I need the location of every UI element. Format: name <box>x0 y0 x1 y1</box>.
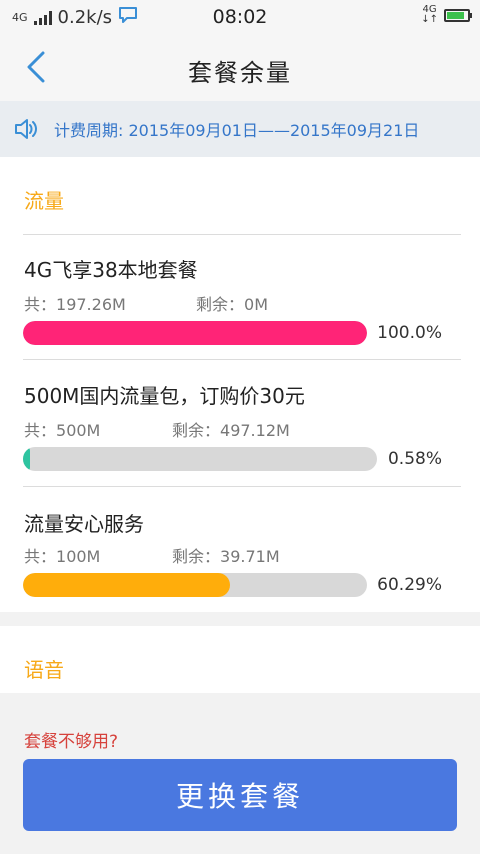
total-value: 100M <box>56 547 101 566</box>
speaker-icon <box>15 119 37 139</box>
divider <box>23 359 461 360</box>
total-label: 共： <box>24 421 57 440</box>
clock: 08:02 <box>212 6 268 28</box>
page-title: 套餐余量 <box>188 59 292 87</box>
billing-period-bar: 计费周期: 2015年09月01日——2015年09月21日 <box>0 101 480 157</box>
plan-insufficient-tip: 套餐不够用? <box>24 732 119 752</box>
data-arrows: ↓↑ <box>421 14 438 25</box>
remain-label: 剩余： <box>172 421 221 440</box>
usage-progress-fill <box>23 573 231 597</box>
usage-percent: 60.29% <box>377 575 442 595</box>
status-bar: 4G 0.2k/s 08:02 4G ↓↑ <box>0 0 480 33</box>
remaining: 剩余：0M <box>196 291 268 315</box>
remain-value: 497.12M <box>220 421 290 440</box>
usage-progress-fill <box>23 447 31 471</box>
data-activity-icon: 4G ↓↑ <box>421 5 438 25</box>
status-right: 4G ↓↑ <box>421 5 472 25</box>
total-value: 500M <box>56 421 101 440</box>
usage-progress-bar <box>23 573 367 597</box>
usage-percent: 100.0% <box>377 323 442 343</box>
remaining: 剩余：39.71M <box>172 543 280 567</box>
total-value: 197.26M <box>56 295 126 314</box>
package-usage: 共：197.26M 剩余：0M <box>24 291 268 315</box>
divider <box>23 486 461 487</box>
billing-period-text: 计费周期: 2015年09月01日——2015年09月21日 <box>54 117 419 141</box>
change-plan-button[interactable]: 更换套餐 <box>23 759 457 831</box>
package-name: 4G飞享38本地套餐 <box>24 258 198 282</box>
remain-label: 剩余： <box>196 295 245 314</box>
usage-progress-bar <box>23 447 377 471</box>
battery-level <box>447 11 464 19</box>
package-name: 500M国内流量包，订购价30元 <box>24 384 305 408</box>
remain-value: 39.71M <box>220 547 280 566</box>
usage-progress-fill <box>23 321 367 345</box>
remain-label: 剩余： <box>172 547 221 566</box>
package-usage: 共：500M 剩余：497.12M <box>24 417 290 441</box>
data-usage-card: 流量 4G飞享38本地套餐 共：197.26M 剩余：0M 100.0% 500… <box>0 157 480 612</box>
total-label: 共： <box>24 547 57 566</box>
usage-progress-bar <box>23 321 367 345</box>
usage-percent: 0.58% <box>387 449 442 469</box>
data-section-title: 流量 <box>24 189 64 213</box>
package-name: 流量安心服务 <box>24 512 144 536</box>
voice-section-title: 语音 <box>24 658 64 682</box>
remain-value: 0M <box>244 295 268 314</box>
battery-icon <box>444 8 472 22</box>
billing-period-range: 2015年09月01日——2015年09月21日 <box>128 121 420 140</box>
nav-bar: 套餐余量 <box>0 33 480 101</box>
package-usage: 共：100M 剩余：39.71M <box>24 543 280 567</box>
total-label: 共： <box>24 295 57 314</box>
remaining: 剩余：497.12M <box>172 417 290 441</box>
divider <box>23 234 461 235</box>
billing-period-label: 计费周期: <box>54 121 124 140</box>
voice-usage-card: 语音 <box>0 626 480 693</box>
